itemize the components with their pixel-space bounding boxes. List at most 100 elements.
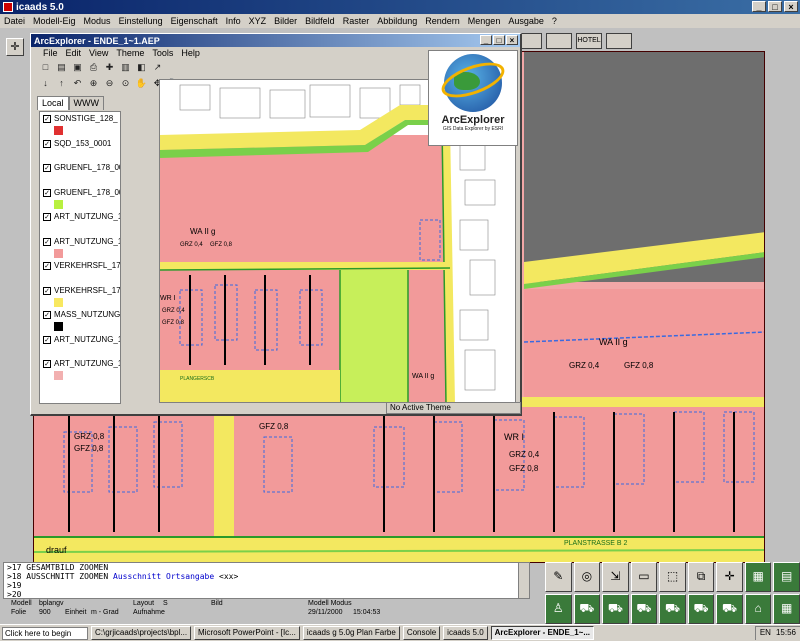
- theme-checkbox[interactable]: ✓: [43, 262, 51, 270]
- task-console[interactable]: Console: [402, 626, 441, 640]
- crosshair-tool-icon[interactable]: ✛: [716, 562, 743, 592]
- arc-maximize-button[interactable]: □: [493, 35, 505, 45]
- building-icon[interactable]: ⌂: [744, 594, 772, 624]
- task-powerpoint[interactable]: Microsoft PowerPoint - [Ic...: [194, 626, 300, 640]
- arc-close-button[interactable]: ×: [506, 35, 518, 45]
- command-output[interactable]: >17 GESAMTBILD ZOOMEN >18 AUSSCHNITT ZOO…: [3, 562, 530, 599]
- zoom-extent-icon[interactable]: ⊙: [119, 77, 132, 90]
- task-arcexplorer[interactable]: ArcExplorer - ENDE_1~...: [490, 626, 595, 640]
- save-icon[interactable]: ▣: [71, 61, 84, 74]
- undo-icon[interactable]: ↶: [71, 77, 84, 90]
- wall-icon[interactable]: ▦: [773, 594, 800, 624]
- theme-checkbox[interactable]: ✓: [43, 139, 51, 148]
- pan-down-icon[interactable]: ↓: [39, 77, 52, 90]
- task-explorer[interactable]: C:\grjicaads\projects\bpl...: [91, 626, 192, 640]
- browse-icon[interactable]: ↗: [151, 61, 164, 74]
- menu-abbildung[interactable]: Abbildung: [373, 16, 421, 26]
- theme-checkbox[interactable]: ✓: [43, 188, 51, 197]
- menu-datei[interactable]: Datei: [0, 16, 29, 26]
- theme-checkbox[interactable]: ✓: [43, 115, 51, 123]
- crosshair-icon[interactable]: ✛: [6, 38, 24, 56]
- legend-item[interactable]: ✓ ART_NUTZUNG_17: [40, 235, 120, 260]
- legend-item[interactable]: ✓ GRUENFL_178_000: [40, 186, 120, 211]
- legend-item[interactable]: ✓VERKEHRSFL_178_: [40, 284, 120, 309]
- zoom-window-icon[interactable]: ⧉: [687, 562, 715, 592]
- legend-item[interactable]: ✓ GRUENFL_178_000: [40, 161, 120, 186]
- arc-menu-view[interactable]: View: [85, 48, 112, 58]
- arc-menu-edit[interactable]: Edit: [62, 48, 86, 58]
- arc-menu-theme[interactable]: Theme: [112, 48, 148, 58]
- legend-item[interactable]: ✓ ART_NUTZUNG_17: [40, 357, 120, 382]
- target-tool-icon[interactable]: ◎: [573, 562, 601, 592]
- menu-raster[interactable]: Raster: [339, 16, 374, 26]
- query-icon[interactable]: ◧: [135, 61, 148, 74]
- close-button[interactable]: ×: [784, 1, 798, 12]
- command-scrollbar[interactable]: [518, 563, 529, 598]
- theme-checkbox[interactable]: ✓: [43, 335, 51, 344]
- menu-ausgabe[interactable]: Ausgabe: [504, 16, 548, 26]
- legend-item[interactable]: ✓MASS_NUTZUNG_1: [40, 308, 120, 333]
- grid-tool-icon[interactable]: ▦: [744, 562, 772, 592]
- legend-item[interactable]: ✓ SQD_153_0001: [40, 137, 120, 162]
- zoom-in-icon[interactable]: ⊕: [87, 77, 100, 90]
- tool-palette: ✎ ◎ ⇲ ▭ ⬚ ⧉ ✛ ▦ ▤ ♙ ⛟ ⛟ ⛟ ⛟ ⛟ ⛟ ⌂ ▦: [545, 562, 800, 624]
- menu-mengen[interactable]: Mengen: [464, 16, 505, 26]
- pen-tool-icon[interactable]: ✎: [545, 562, 572, 592]
- theme-checkbox[interactable]: ✓: [43, 311, 51, 319]
- add-theme-icon[interactable]: ✚: [103, 61, 116, 74]
- select-rect-icon[interactable]: ⬚: [659, 562, 686, 592]
- coin-icon[interactable]: [546, 33, 572, 49]
- arc-minimize-button[interactable]: _: [480, 35, 492, 45]
- menu-eigenschaft[interactable]: Eigenschaft: [167, 16, 222, 26]
- van-icon[interactable]: ⛟: [716, 594, 743, 624]
- new-file-icon[interactable]: □: [39, 61, 52, 74]
- hotel-icon[interactable]: HOTEL: [576, 33, 602, 49]
- menu-bilder[interactable]: Bilder: [270, 16, 301, 26]
- legend-item[interactable]: ✓VERKEHRSFL_178_: [40, 259, 120, 284]
- legend-item[interactable]: ✓ SONSTIGE_128_: [40, 112, 120, 137]
- theme-checkbox[interactable]: ✓: [43, 237, 51, 246]
- maximize-button[interactable]: □: [768, 1, 782, 12]
- tractor-icon[interactable]: ⛟: [687, 594, 715, 624]
- picture-icon[interactable]: [606, 33, 632, 49]
- minimize-button[interactable]: _: [752, 1, 766, 12]
- car-icon[interactable]: ⛟: [573, 594, 601, 624]
- hand-pan-icon[interactable]: ✋: [135, 77, 148, 90]
- theme-checkbox[interactable]: ✓: [43, 213, 51, 221]
- hatch-tool-icon[interactable]: ▤: [773, 562, 800, 592]
- menu-xyz[interactable]: XYZ: [245, 16, 271, 26]
- person-icon[interactable]: ♙: [545, 594, 572, 624]
- arc-menu-file[interactable]: File: [39, 48, 62, 58]
- truck-icon[interactable]: ⛟: [602, 594, 629, 624]
- menu-rendern[interactable]: Rendern: [421, 16, 464, 26]
- open-folder-icon[interactable]: ▤: [55, 61, 68, 74]
- menu-bildfeld[interactable]: Bildfeld: [301, 16, 339, 26]
- tab-www[interactable]: WWW: [68, 96, 104, 110]
- remove-theme-icon[interactable]: ▥: [119, 61, 132, 74]
- task-icaads-plan[interactable]: icaads g 5.0g Plan Farbe: [302, 626, 400, 640]
- menu-modus[interactable]: Modus: [80, 16, 115, 26]
- menu-help[interactable]: ?: [548, 16, 561, 26]
- legend-item[interactable]: ✓ ART_NUTZUNG_17: [40, 210, 120, 235]
- task-icaads[interactable]: icaads 5.0: [443, 626, 488, 640]
- menu-einstellung[interactable]: Einstellung: [115, 16, 167, 26]
- zoom-out-icon[interactable]: ⊖: [103, 77, 116, 90]
- start-input[interactable]: Click here to begin: [2, 626, 88, 640]
- theme-checkbox[interactable]: ✓: [43, 360, 51, 368]
- menu-info[interactable]: Info: [222, 16, 245, 26]
- bus-icon[interactable]: ⛟: [659, 594, 686, 624]
- pan-up-icon[interactable]: ↑: [55, 77, 68, 90]
- menu-modell-eig[interactable]: Modell-Eig: [29, 16, 80, 26]
- theme-checkbox[interactable]: ✓: [43, 286, 51, 295]
- measure-tool-icon[interactable]: ⇲: [602, 562, 629, 592]
- arc-menu-help[interactable]: Help: [177, 48, 204, 58]
- rect-tool-icon[interactable]: ▭: [630, 562, 658, 592]
- legend-item[interactable]: ✓ ART_NUTZUNG_17: [40, 333, 120, 358]
- vehicle-icon[interactable]: ⛟: [630, 594, 658, 624]
- arcexplorer-window[interactable]: ArcExplorer - ENDE_1~1.AEP _ □ × File Ed…: [30, 33, 522, 416]
- arc-menu-tools[interactable]: Tools: [148, 48, 177, 58]
- print-icon[interactable]: ⎙: [87, 61, 100, 74]
- language-indicator[interactable]: EN: [760, 627, 771, 640]
- theme-checkbox[interactable]: ✓: [43, 164, 51, 172]
- tab-local[interactable]: Local: [37, 96, 69, 110]
